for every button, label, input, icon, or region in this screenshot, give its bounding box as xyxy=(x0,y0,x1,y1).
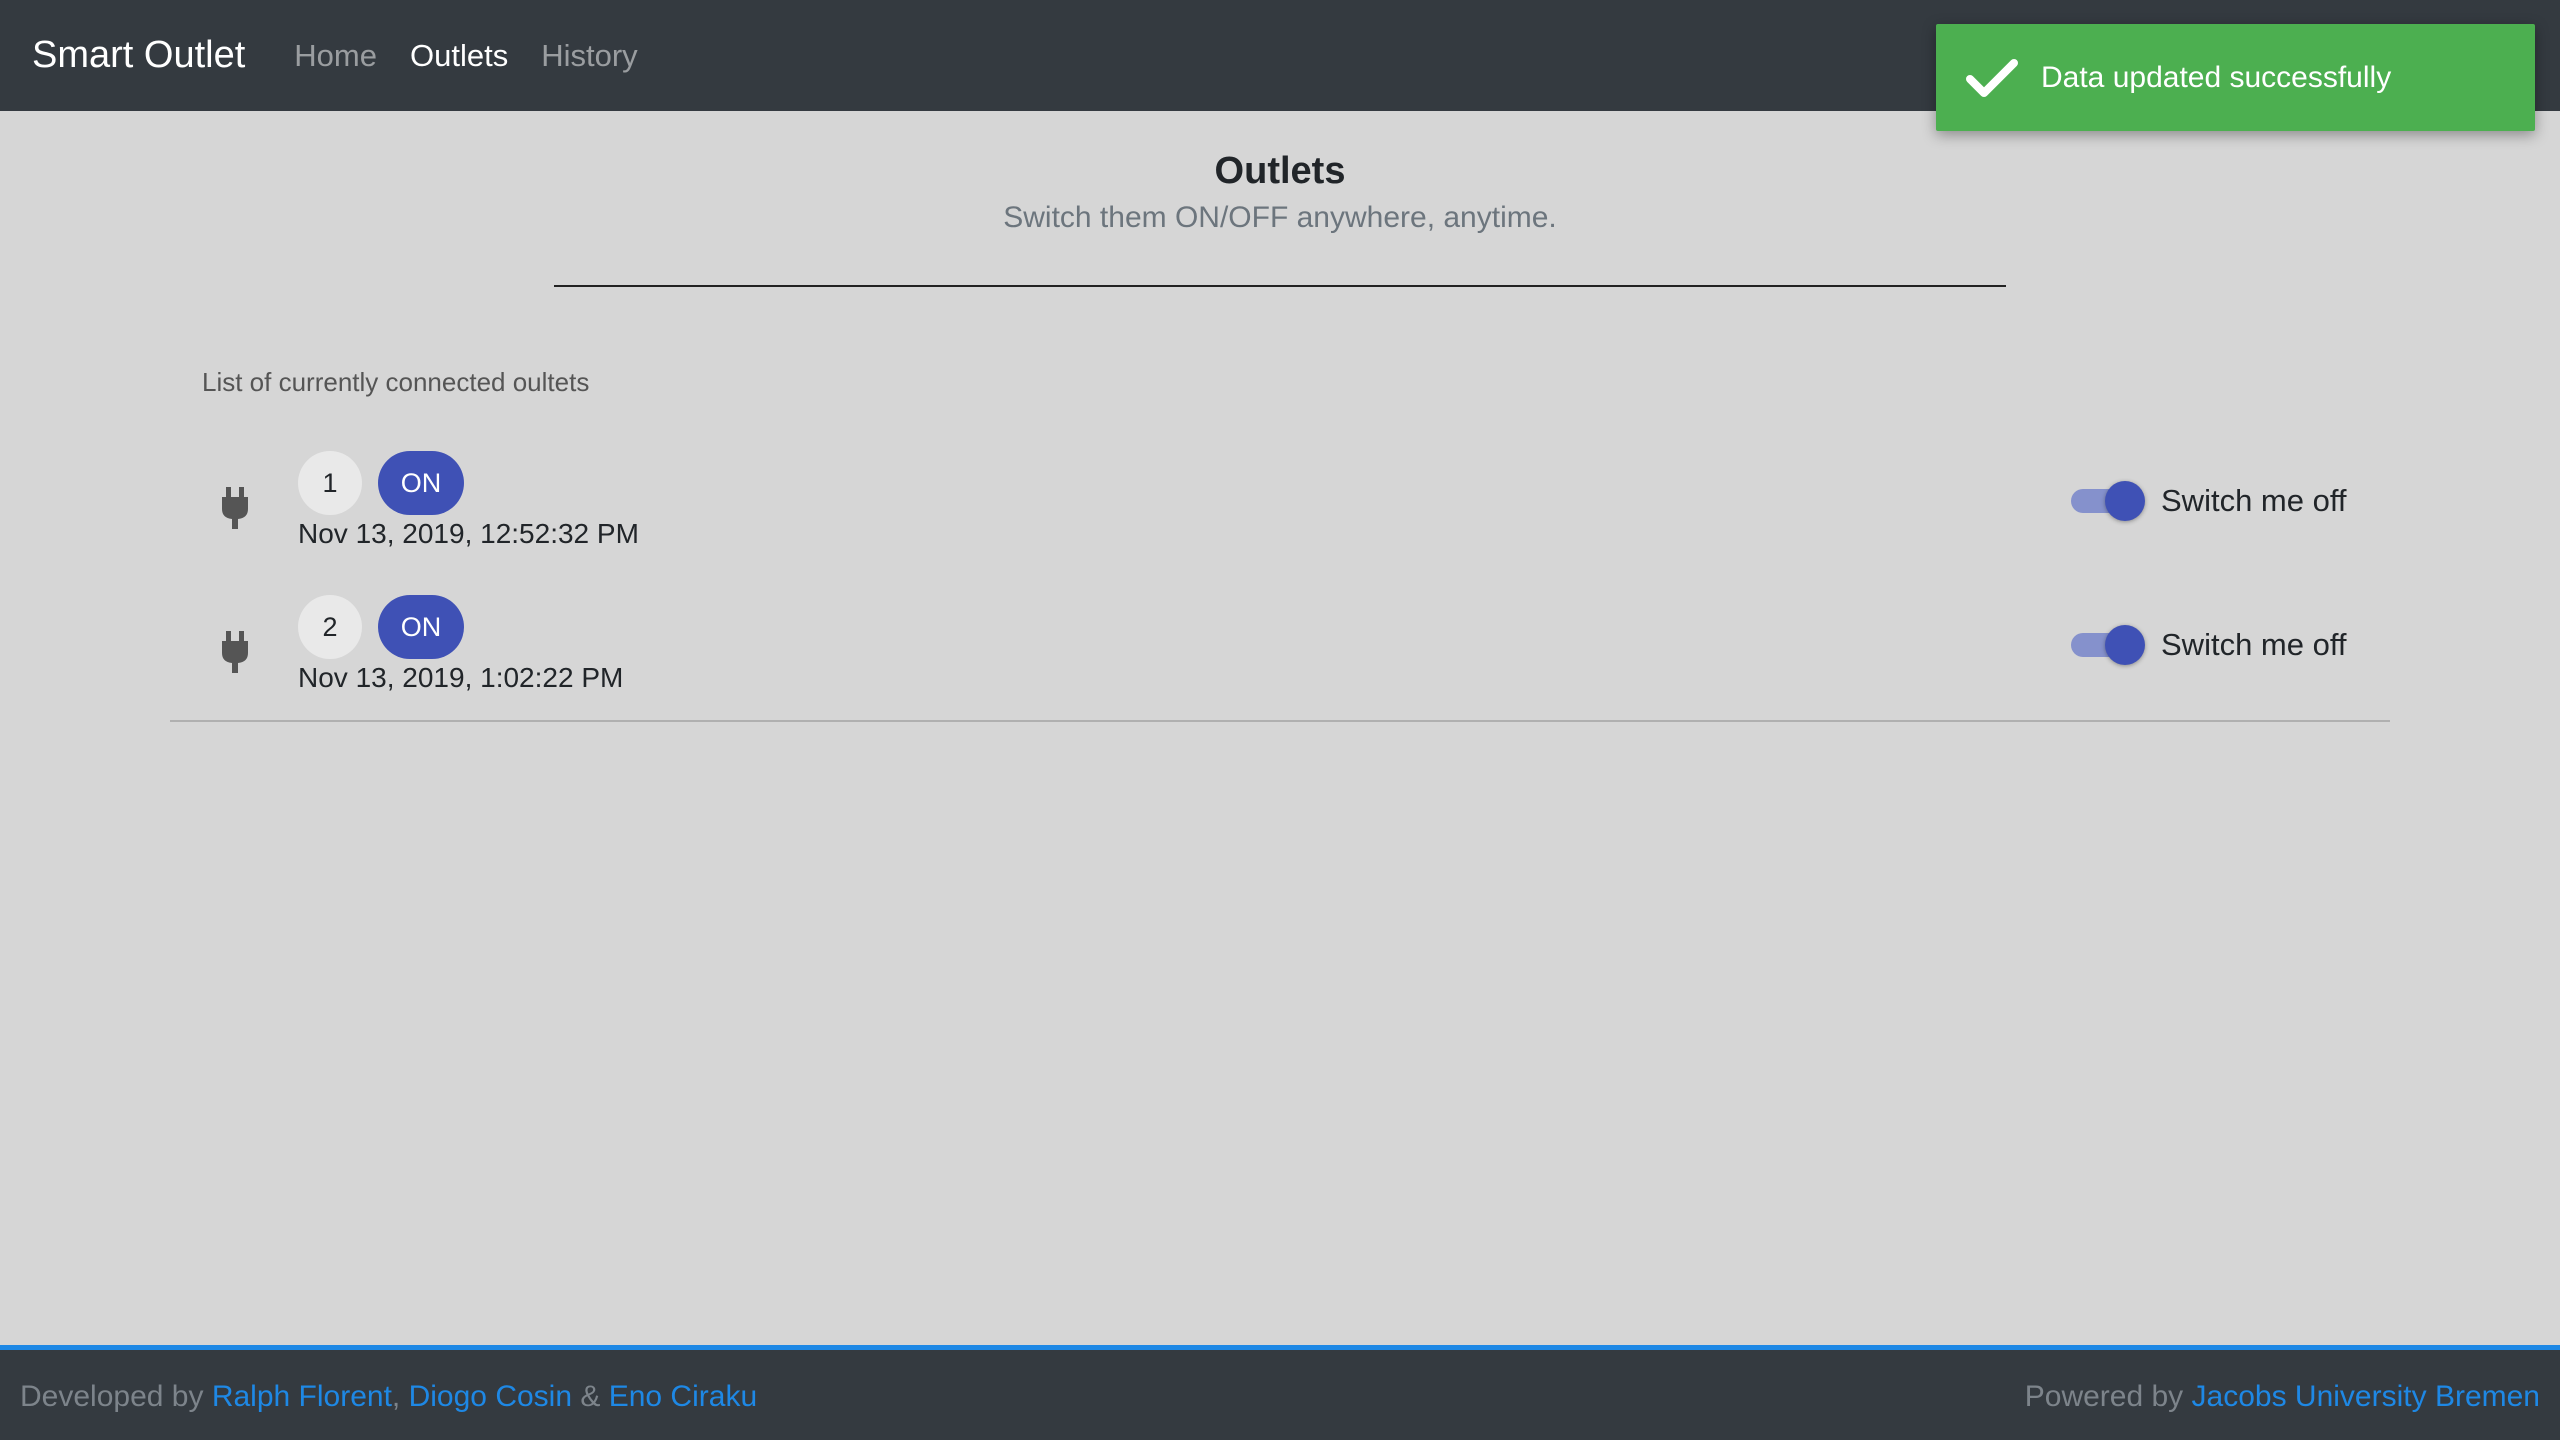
success-toast[interactable]: Data updated successfully xyxy=(1936,24,2535,131)
footer-link-eno-ciraku[interactable]: Eno Ciraku xyxy=(609,1380,757,1413)
title-divider xyxy=(554,285,2006,287)
toggle-thumb xyxy=(2105,625,2145,665)
power-plug-icon xyxy=(222,487,248,529)
outlet-timestamp: Nov 13, 2019, 12:52:32 PM xyxy=(298,518,639,549)
status-badge: ON xyxy=(378,451,464,515)
outlet-toggle-switch[interactable] xyxy=(2071,625,2145,665)
footer-credits: Developed by Ralph Florent, Diogo Cosin … xyxy=(20,1380,757,1414)
page-title: Outlets xyxy=(1214,150,1346,192)
list-item: 2 ON Nov 13, 2019, 1:02:22 PM Switch me … xyxy=(170,595,2390,731)
power-plug-icon xyxy=(222,631,248,673)
toggle-label[interactable]: Switch me off xyxy=(2161,625,2347,665)
nav-link-home[interactable]: Home xyxy=(294,38,377,74)
list-item: 1 ON Nov 13, 2019, 12:52:32 PM Switch me… xyxy=(170,451,2390,587)
list-header: List of currently connected oultets xyxy=(202,367,590,397)
nav-link-outlets[interactable]: Outlets xyxy=(410,38,508,74)
check-icon xyxy=(1966,58,2018,97)
footer-developed-by: Developed by xyxy=(20,1380,204,1413)
toggle-thumb xyxy=(2105,481,2145,521)
outlet-toggle-switch[interactable] xyxy=(2071,481,2145,521)
footer-link-ralph-florent[interactable]: Ralph Florent xyxy=(212,1380,392,1413)
toast-message: Data updated successfully xyxy=(2041,60,2392,94)
list-divider xyxy=(170,720,2390,722)
outlet-number-chip: 2 xyxy=(298,595,362,659)
footer-link-diogo-cosin[interactable]: Diogo Cosin xyxy=(409,1380,572,1413)
nav-link-history[interactable]: History xyxy=(541,38,637,74)
footer-powered-by: Powered by Jacobs University Bremen xyxy=(2025,1380,2540,1414)
toggle-label[interactable]: Switch me off xyxy=(2161,481,2347,521)
page-subtitle: Switch them ON/OFF anywhere, anytime. xyxy=(1003,201,1557,234)
footer-link-jacobs-university[interactable]: Jacobs University Bremen xyxy=(2192,1380,2540,1413)
footer-powered-label: Powered by xyxy=(2024,1380,2184,1413)
outlet-timestamp: Nov 13, 2019, 1:02:22 PM xyxy=(298,662,624,693)
footer-comma: , xyxy=(391,1380,401,1413)
outlet-number-chip: 1 xyxy=(298,451,362,515)
footer: Developed by Ralph Florent, Diogo Cosin … xyxy=(0,1345,2560,1440)
brand-logo[interactable]: Smart Outlet xyxy=(32,34,245,77)
status-badge: ON xyxy=(378,595,464,659)
footer-ampersand: & xyxy=(580,1380,601,1413)
